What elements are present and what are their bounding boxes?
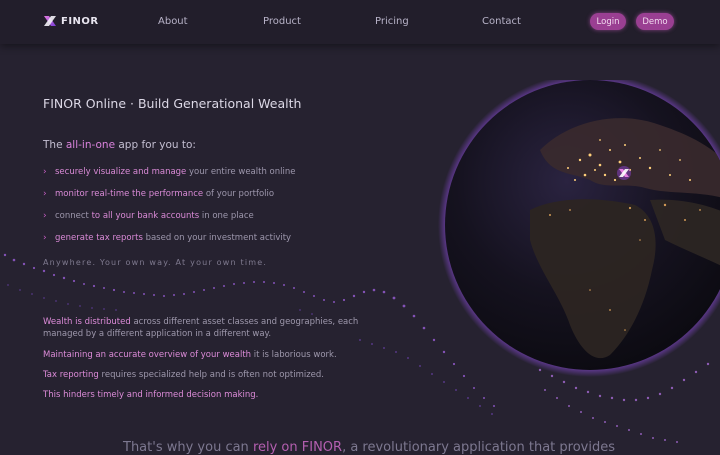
- finor-logo-icon: [44, 16, 56, 26]
- hero-intro: The all-in-one app for you to:: [43, 139, 196, 151]
- chevron-right-icon: ›: [43, 211, 47, 221]
- hero-headline: FINOR Online · Build Generational Wealth: [43, 96, 302, 111]
- brand-logo[interactable]: FINOR: [43, 14, 99, 28]
- feature-item: › monitor real-time the performance of yo…: [43, 189, 275, 199]
- login-button[interactable]: Login: [590, 13, 626, 30]
- top-navbar: FINOR About Product Pricing Contact Logi…: [0, 0, 720, 44]
- feature-item: › connect to all your bank accounts in on…: [43, 211, 254, 221]
- nav-about-link[interactable]: About: [158, 16, 188, 27]
- problem-paragraph: Maintaining an accurate overview of your…: [43, 350, 337, 360]
- intro-accent: all-in-one: [65, 139, 116, 151]
- intro-prefix: The: [43, 139, 66, 151]
- finor-marker-icon: [617, 166, 631, 180]
- chevron-right-icon: ›: [43, 233, 47, 243]
- feature-item: › securely visualize and manage your enti…: [43, 167, 296, 177]
- chevron-right-icon: ›: [43, 167, 47, 177]
- nav-contact-link[interactable]: Contact: [482, 16, 521, 27]
- problem-paragraph: Tax reporting requires specialized help …: [43, 370, 325, 380]
- particle-wave-decoration: [3, 253, 710, 443]
- nav-product-link[interactable]: Product: [263, 16, 301, 27]
- feature-item: › generate tax reports based on your inve…: [43, 233, 292, 243]
- problem-paragraph: Wealth is distributed across different a…: [43, 317, 359, 339]
- problem-conclusion: This hinders timely and informed decisio…: [43, 390, 259, 400]
- nav-pricing-link[interactable]: Pricing: [375, 16, 409, 27]
- demo-button[interactable]: Demo: [636, 13, 674, 30]
- intro-suffix: app for you to:: [115, 139, 196, 151]
- brand-name: FINOR: [61, 15, 99, 27]
- chevron-right-icon: ›: [43, 189, 47, 199]
- hero-tagline: Anywhere. Your own way. At your own time…: [43, 258, 268, 267]
- solution-statement: That's why you can rely on FINOR, a revo…: [123, 440, 615, 455]
